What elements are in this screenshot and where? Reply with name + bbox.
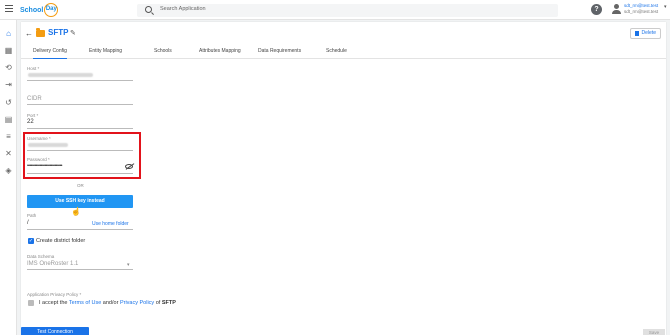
port-label: Port *: [27, 113, 39, 118]
trash-icon: [635, 31, 639, 36]
host-field[interactable]: [27, 80, 133, 81]
tab-entity-mapping[interactable]: Entity Mapping: [89, 48, 122, 54]
password-field[interactable]: ••••••••••••••••••••••••••••: [27, 163, 63, 169]
eye-off-icon[interactable]: [125, 164, 133, 169]
cidr-field[interactable]: CIDR: [27, 96, 42, 102]
document-icon[interactable]: ▤: [4, 115, 13, 124]
privacy-policy-label: Application Privacy Policy *: [27, 292, 82, 297]
page-title: SFTP: [48, 28, 69, 37]
pointer-cursor-icon: ☝: [71, 207, 81, 216]
search-placeholder: Search Application: [160, 6, 206, 12]
privacy-accept-text: I accept the Terms of Use and/or Privacy…: [39, 300, 176, 306]
username-field[interactable]: [27, 150, 133, 151]
user-email-secondary: sdt_rm@test.test: [624, 9, 659, 14]
left-nav: ⌂ ▦ ⟲ ⇥ ↺ ▤ ≡ ✕ ◈: [0, 20, 17, 335]
data-schema-select[interactable]: IMS OneRoster 1.1: [27, 261, 78, 267]
tools-icon[interactable]: ✕: [4, 149, 13, 158]
path-label: Path: [27, 213, 37, 218]
district-folder-checkbox[interactable]: ✓: [28, 238, 34, 244]
use-home-folder-link[interactable]: Use home folder: [92, 221, 129, 227]
path-underline: [27, 229, 133, 230]
port-underline: [27, 128, 133, 129]
export-icon[interactable]: ⇥: [4, 80, 13, 89]
grid-icon[interactable]: ▦: [4, 46, 13, 55]
terms-of-use-link[interactable]: Terms of Use: [69, 300, 101, 306]
search-input[interactable]: Search Application: [137, 4, 558, 17]
shield-icon[interactable]: ◈: [4, 166, 13, 175]
save-button[interactable]: Save: [643, 329, 665, 335]
help-icon[interactable]: ?: [591, 4, 602, 15]
avatar-icon[interactable]: [611, 4, 621, 15]
cidr-underline: [27, 104, 133, 105]
host-label: Host *: [27, 66, 40, 71]
home-icon[interactable]: ⌂: [4, 29, 13, 38]
host-value-redacted: [28, 73, 93, 77]
logo-text: School: [20, 6, 44, 14]
password-underline: [27, 173, 133, 174]
delete-label: Delete: [641, 30, 656, 36]
data-schema-label: Data Schema: [27, 254, 55, 259]
database-icon[interactable]: ≡: [4, 132, 13, 141]
privacy-policy-link[interactable]: Privacy Policy: [120, 300, 154, 306]
or-separator: OR: [77, 183, 84, 188]
sync-icon[interactable]: ⟲: [4, 63, 13, 72]
username-value-redacted: [28, 143, 68, 147]
tab-schools[interactable]: Schools: [154, 48, 172, 54]
district-folder-label: Create district folder: [36, 238, 86, 244]
username-label: Username *: [27, 136, 51, 141]
tab-data-requirements[interactable]: Data Requirements: [258, 48, 301, 54]
back-arrow-icon[interactable]: ←: [25, 29, 33, 38]
logo-ring: Day: [44, 3, 59, 17]
path-field[interactable]: /: [27, 220, 29, 226]
menu-icon[interactable]: [5, 5, 13, 13]
app-logo[interactable]: School Day: [20, 3, 59, 17]
folder-icon: [36, 28, 45, 37]
delete-button[interactable]: Delete: [630, 28, 661, 39]
port-field[interactable]: 22: [27, 119, 34, 125]
search-icon: [145, 6, 152, 13]
password-label: Password *: [27, 157, 50, 162]
tab-schedule[interactable]: Schedule: [326, 48, 347, 54]
test-connection-button[interactable]: Test Connection: [21, 327, 89, 335]
chevron-down-icon[interactable]: ▾: [664, 4, 667, 10]
privacy-accept-checkbox[interactable]: [28, 300, 34, 306]
edit-icon[interactable]: ✎: [70, 29, 76, 37]
chevron-down-icon[interactable]: ▾: [127, 262, 130, 268]
tab-attributes-mapping[interactable]: Attributes Mapping: [199, 48, 241, 54]
data-schema-underline: [27, 269, 133, 270]
tab-delivery-config[interactable]: Delivery Config: [33, 48, 67, 59]
history-icon[interactable]: ↺: [4, 98, 13, 107]
top-bar: School Day Search Application ? sdt_rm@t…: [0, 0, 670, 20]
tab-bar: Delivery Config Entity Mapping Schools A…: [21, 45, 666, 59]
